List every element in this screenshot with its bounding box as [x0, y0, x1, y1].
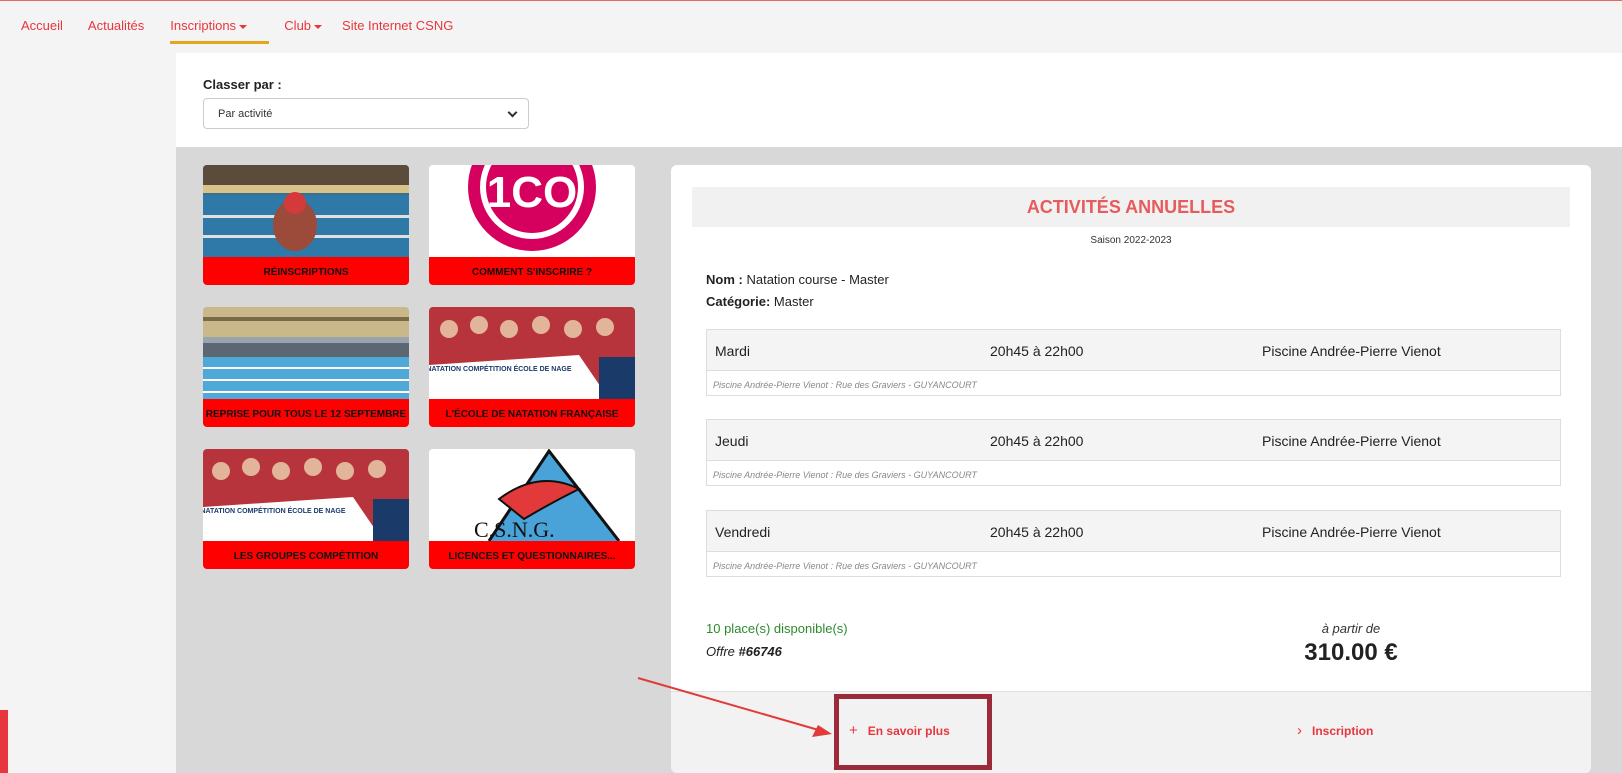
logo-1co-image: 1CO	[429, 165, 635, 257]
nav-club[interactable]: Club	[284, 8, 323, 44]
chevron-down-icon	[507, 107, 518, 118]
sort-label: Classer par :	[203, 77, 282, 92]
schedule-day: Mardi	[715, 343, 751, 359]
pool-swimmer-image	[203, 165, 409, 257]
tile-label: LES GROUPES COMPÉTITION	[203, 541, 409, 569]
indoor-pool-image	[203, 307, 409, 399]
schedule-address: Piscine Andrée-Pierre Vienot : Rue des G…	[713, 561, 977, 571]
schedule-row: Mardi 20h45 à 22h00 Piscine Andrée-Pierr…	[706, 329, 1561, 396]
schedule-place: Piscine Andrée-Pierre Vienot	[1262, 433, 1441, 449]
register-label: Inscription	[1312, 724, 1374, 738]
chevron-right-icon: ›	[1297, 722, 1302, 739]
results-area: RÉINSCRIPTIONS 1CO COMMENT S'INSCRIRE ?	[176, 147, 1622, 773]
schedule-day: Vendredi	[715, 524, 771, 540]
nav-inscriptions[interactable]: Inscriptions	[170, 8, 270, 44]
tile-reinscriptions[interactable]: RÉINSCRIPTIONS	[203, 165, 409, 285]
top-border-line	[0, 0, 1622, 1]
schedule-time: 20h45 à 22h00	[990, 524, 1084, 540]
banner-text: NATATION COMPÉTITION ÉCOLE DE NAGE	[203, 506, 346, 515]
card-footer: + En savoir plus › Inscription	[671, 691, 1591, 773]
main-content: Classer par : Par activité RÉINSCRIPTION…	[176, 53, 1622, 773]
main-nav: Accueil Actualités Inscriptions Club Sit…	[0, 8, 1622, 44]
activity-category: Catégorie: Master	[706, 294, 814, 309]
schedule-place: Piscine Andrée-Pierre Vienot	[1262, 524, 1441, 540]
tile-groupes-competition[interactable]: NATATION COMPÉTITION ÉCOLE DE NAGE LES G…	[203, 449, 409, 569]
season-label: Saison 2022-2023	[1090, 235, 1172, 246]
schedule-day: Jeudi	[715, 433, 749, 449]
tile-label: COMMENT S'INSCRIRE ?	[429, 257, 635, 285]
caret-down-icon	[314, 24, 323, 29]
schedule-time: 20h45 à 22h00	[990, 343, 1084, 359]
schedule-address: Piscine Andrée-Pierre Vienot : Rue des G…	[713, 470, 977, 480]
highlight-box	[834, 694, 992, 770]
name-value: Natation course - Master	[746, 272, 889, 287]
name-label: Nom :	[706, 272, 743, 287]
tile-comment-sinscrire[interactable]: 1CO COMMENT S'INSCRIRE ?	[429, 165, 635, 285]
tile-licences[interactable]: C.S.N.G. LICENCES ET QUESTIONNAIRES...	[429, 449, 635, 569]
activity-card: ACTIVITÉS ANNUELLES Saison 2022-2023 Nom…	[671, 165, 1591, 773]
category-label: Catégorie:	[706, 294, 771, 309]
card-title: ACTIVITÉS ANNUELLES	[1026, 197, 1236, 217]
tile-label: LICENCES ET QUESTIONNAIRES...	[429, 541, 635, 569]
price-from-label: à partir de	[1321, 621, 1381, 636]
schedule-address: Piscine Andrée-Pierre Vienot : Rue des G…	[713, 380, 977, 390]
logo-text: C.S.N.G.	[474, 517, 555, 541]
activity-name: Nom : Natation course - Master	[706, 272, 889, 287]
nav-accueil[interactable]: Accueil	[21, 8, 63, 44]
offer-number: #66746	[738, 644, 782, 659]
caret-down-icon	[239, 24, 248, 29]
tile-label: RÉINSCRIPTIONS	[203, 257, 409, 285]
tile-label: REPRISE POUR TOUS LE 12 SEPTEMBRE	[203, 399, 409, 427]
nav-site-internet[interactable]: Site Internet CSNG	[342, 8, 453, 44]
schedule-place: Piscine Andrée-Pierre Vienot	[1262, 343, 1441, 359]
tile-reprise[interactable]: REPRISE POUR TOUS LE 12 SEPTEMBRE	[203, 307, 409, 427]
tile-ecole-natation[interactable]: NATATION COMPÉTITION ÉCOLE DE NAGE L'ÉCO…	[429, 307, 635, 427]
side-accent-bar	[0, 710, 8, 773]
team-photo-image: NATATION COMPÉTITION ÉCOLE DE NAGE	[203, 449, 409, 541]
sort-selected-value: Par activité	[218, 108, 273, 120]
offer-label: Offre	[706, 644, 739, 659]
offer-id: Offre #66746	[706, 644, 782, 659]
nav-actualites[interactable]: Actualités	[88, 8, 144, 44]
tile-label: L'ÉCOLE DE NATATION FRANÇAISE	[429, 399, 635, 427]
register-button[interactable]: › Inscription	[1297, 710, 1373, 750]
category-value: Master	[773, 294, 814, 309]
schedule-row: Jeudi 20h45 à 22h00 Piscine Andrée-Pierr…	[706, 419, 1561, 486]
card-header: ACTIVITÉS ANNUELLES	[692, 187, 1570, 227]
availability-text: 10 place(s) disponible(s)	[706, 621, 848, 636]
sort-select[interactable]: Par activité	[203, 98, 529, 129]
logo-text: 1CO	[487, 168, 577, 217]
csng-logo-image: C.S.N.G.	[429, 449, 635, 541]
schedule-row: Vendredi 20h45 à 22h00 Piscine Andrée-Pi…	[706, 510, 1561, 577]
price-value: 310.00 €	[1304, 639, 1398, 666]
team-photo-image: NATATION COMPÉTITION ÉCOLE DE NAGE	[429, 307, 635, 399]
banner-text: NATATION COMPÉTITION ÉCOLE DE NAGE	[429, 364, 572, 373]
schedule-time: 20h45 à 22h00	[990, 433, 1084, 449]
